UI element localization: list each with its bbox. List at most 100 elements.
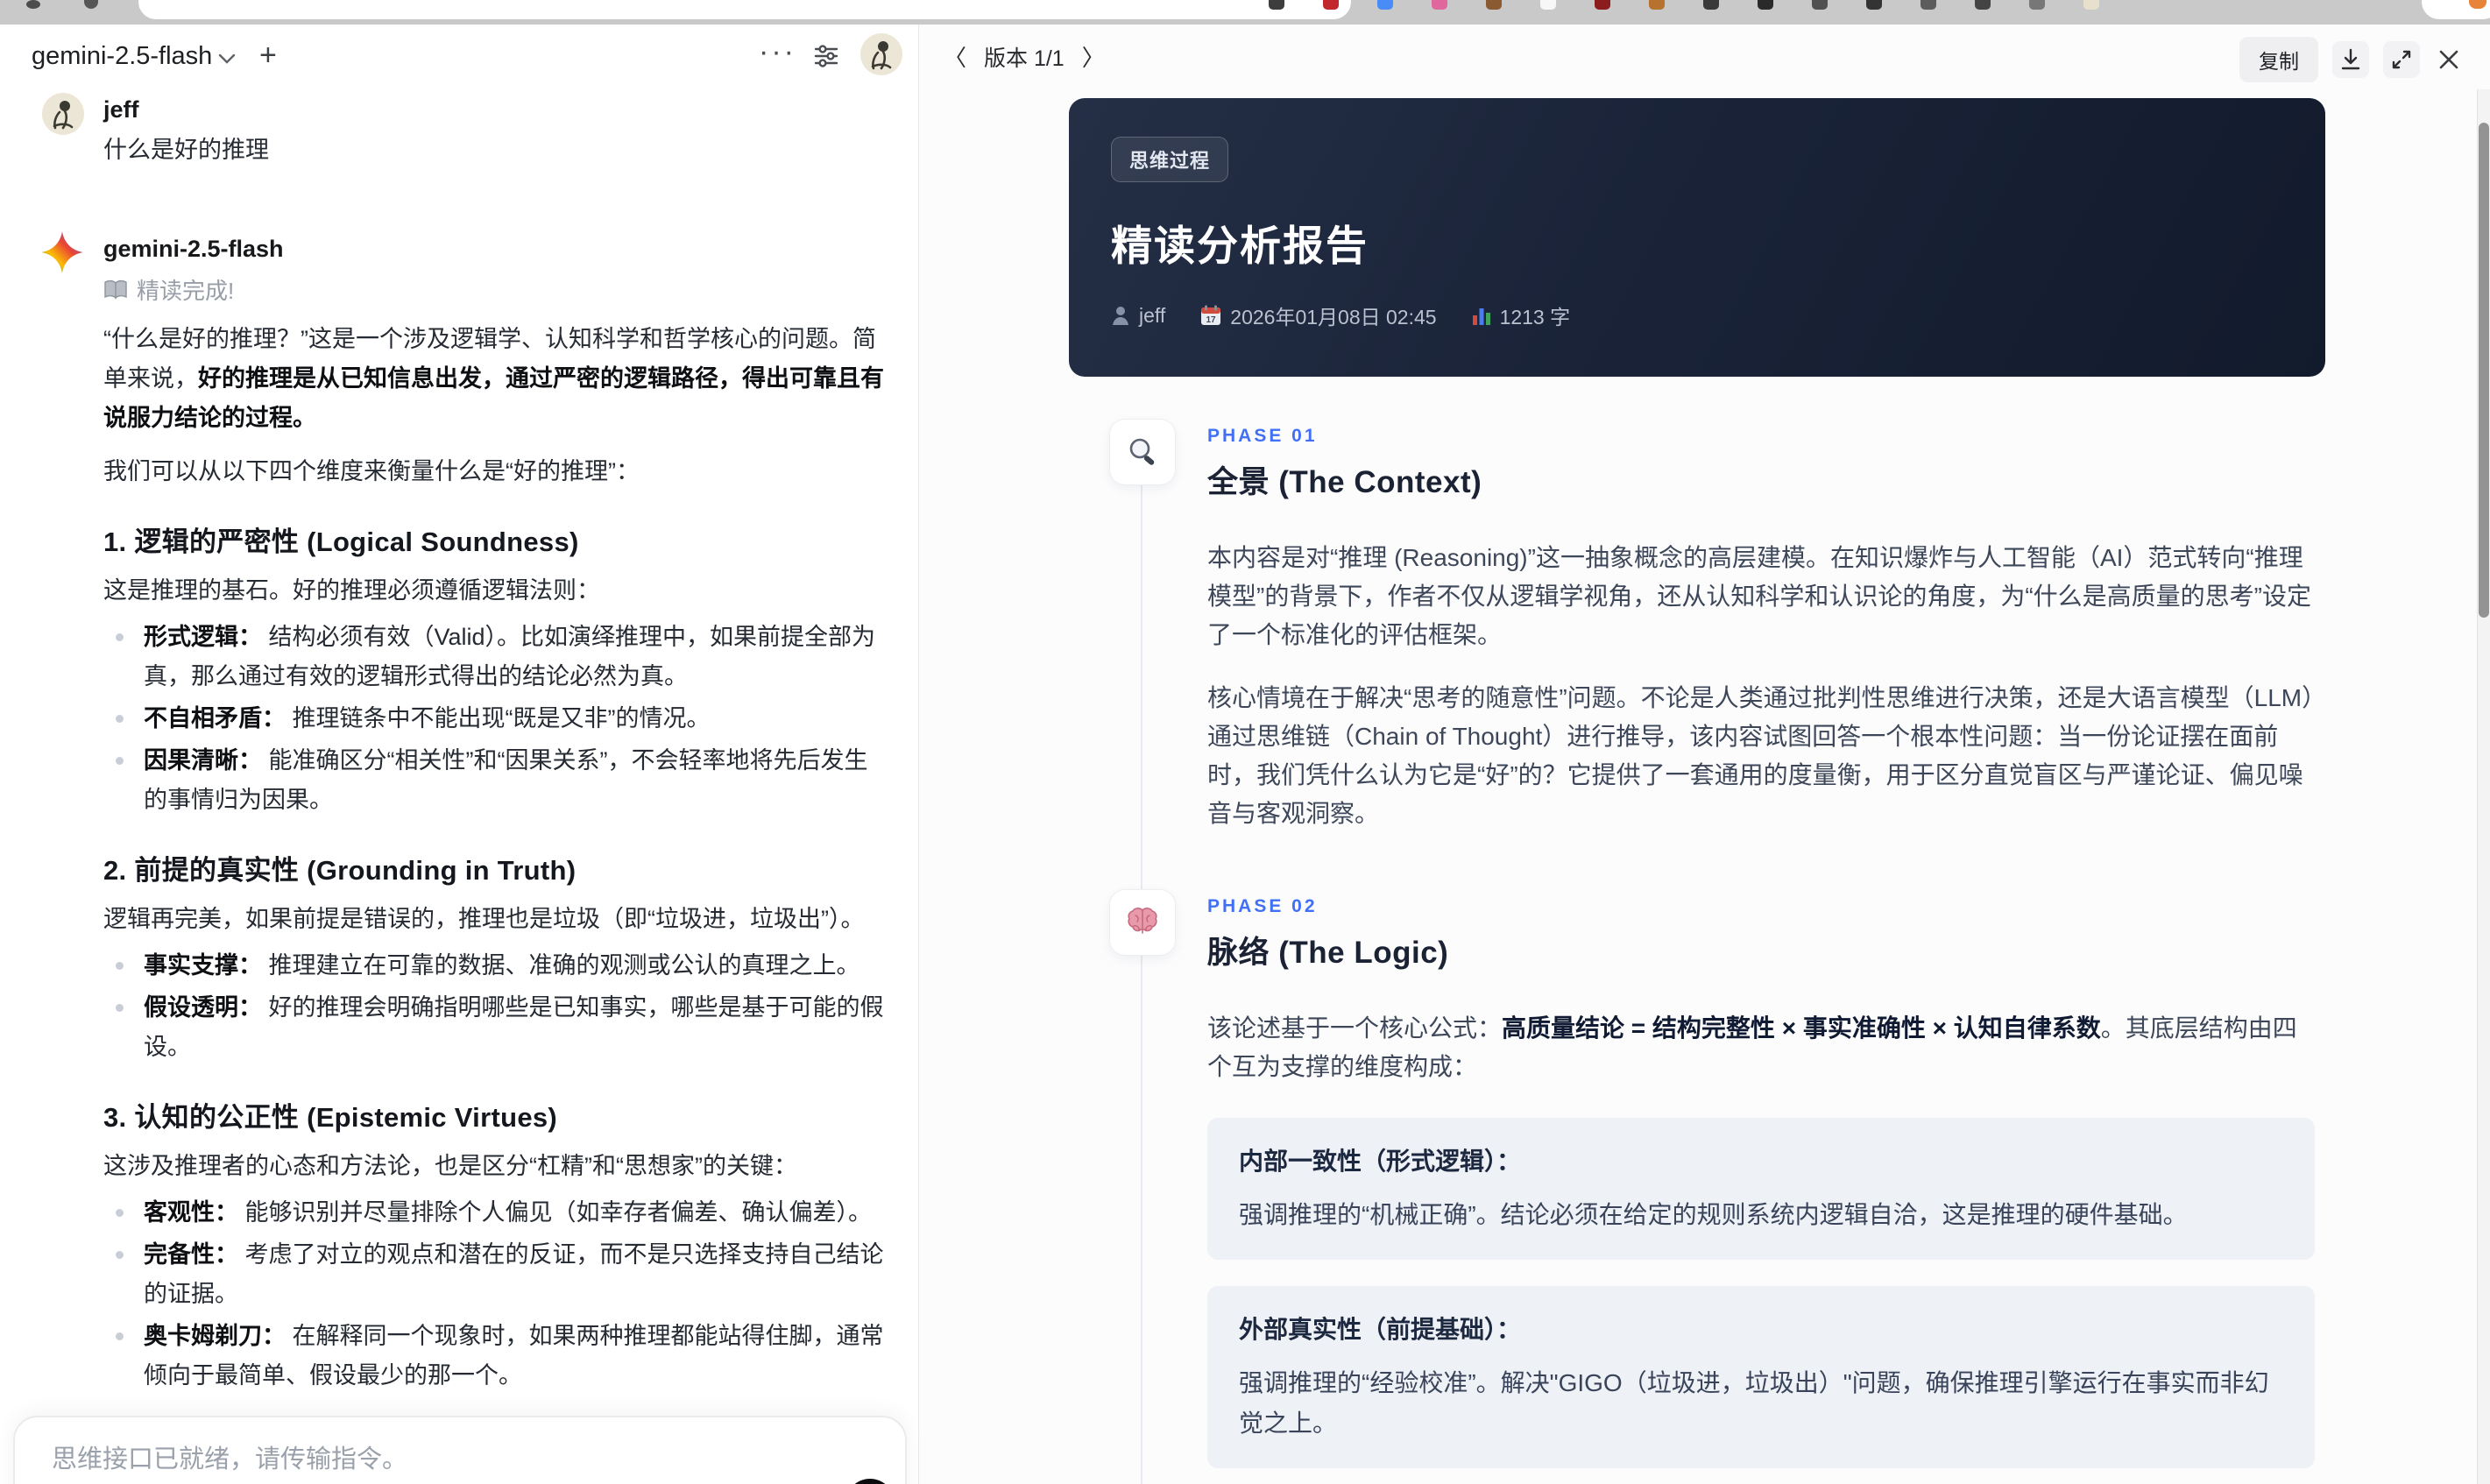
user-message-avatar bbox=[42, 93, 84, 135]
book-icon bbox=[104, 279, 127, 300]
artifact-scrollbar[interactable] bbox=[2477, 89, 2490, 1484]
logic-card-text: 强调推理的“机械正确”。结论必须在给定的规则系统内逻辑自洽，这是推理的硬件基础。 bbox=[1239, 1201, 2188, 1228]
logic-card-group: 内部一致性（形式逻辑）： 强调推理的“机械正确”。结论必须在给定的规则系统内逻辑自… bbox=[1207, 1118, 2315, 1484]
avatar-figure-icon bbox=[53, 101, 74, 130]
hero-badge: 思维过程 bbox=[1111, 137, 1229, 182]
artifact-document[interactable]: 思维过程 精读分析报告 jeff 17 2026年01月08日 02:45 12… bbox=[919, 88, 2478, 1484]
assistant-status-text: 精读完成! bbox=[137, 278, 235, 304]
logic-card-title: 外部真实性（前提基础）： bbox=[1239, 1316, 1522, 1343]
artifact-header: 〈 版本 1/1 〉 复制 bbox=[919, 25, 2490, 88]
chat-bullet-term: 完备性： bbox=[144, 1241, 245, 1268]
chat-bullet: 形式逻辑： 结构必须有效（Valid）。比如演绎推理中，如果前提全部为真，那么通… bbox=[103, 618, 885, 696]
chat-bullet: 不自相矛盾： 推理链条中不能出现“既是又非”的情况。 bbox=[103, 699, 885, 738]
chat-section-heading: 2. 前提的真实性 (Grounding in Truth) bbox=[103, 855, 577, 886]
chat-bullet: 奥卡姆剃刀： 在解释同一个现象时，如果两种推理都能站得住脚，通常倾向于最简单、假… bbox=[103, 1317, 885, 1396]
logic-card-title: 内部一致性（形式逻辑）： bbox=[1239, 1148, 1522, 1175]
new-chat-button[interactable]: + bbox=[259, 39, 277, 73]
phase-list: PHASE 01 全景 (The Context) 本内容是对“推理 (Reason… bbox=[919, 419, 2478, 1484]
chat-bullet-term: 奥卡姆剃刀： bbox=[144, 1323, 293, 1349]
more-options-button[interactable]: ··· bbox=[759, 35, 796, 69]
chat-bullet: 完备性： 考虑了对立的观点和潜在的反证，而不是只选择支持自己结论的证据。 bbox=[103, 1235, 885, 1314]
chat-bullet-text: 推理建立在可靠的数据、准确的观测或公认的真理之上。 bbox=[268, 952, 860, 979]
panel-divider bbox=[918, 25, 919, 1484]
voice-input-button[interactable] bbox=[845, 1479, 895, 1484]
chat-section-intro: 逻辑再完美，如果前提是错误的，推理也是垃圾（即“垃圾进，垃圾出”）。 bbox=[103, 906, 865, 932]
meta-word-count: 1213 字 bbox=[1472, 300, 1570, 330]
chat-bullet-term: 事实支撑： bbox=[144, 952, 269, 979]
chat-bullet: 假设透明： 好的推理会明确指明哪些是已知事实，哪些是基于可能的假设。 bbox=[103, 988, 885, 1067]
logic-card-text: 强调推理的“经验校准”。解决"GIGO（垃圾进，垃圾出）"问题，确保推理引擎运行… bbox=[1239, 1369, 2269, 1437]
model-selector[interactable]: gemini-2.5-flash bbox=[32, 42, 212, 71]
avatar-figure-icon bbox=[871, 41, 892, 70]
brain-icon bbox=[1128, 908, 1157, 934]
assistant-message: gemini-2.5-flash 精读完成! “什么是好的推理？”这是一个涉及逻… bbox=[41, 231, 885, 1484]
version-next-button[interactable]: 〉 bbox=[1082, 40, 1105, 73]
screen: gemini-2.5-flash + ··· jeff 什么是好的推理 gemi… bbox=[0, 0, 2490, 1484]
assistant-lead: 我们可以从以下四个维度来衡量什么是“好的推理”： bbox=[103, 458, 640, 484]
phase-title: 脉络 (The Logic) bbox=[1207, 936, 1449, 970]
browser-apps-icon[interactable] bbox=[84, 0, 98, 9]
chat-section-heading: 1. 逻辑的严密性 (Logical Soundness) bbox=[103, 526, 579, 557]
phase-lead: 该论述基于一个核心公式：高质量结论 = 结构完整性 × 事实准确性 × 认知自律… bbox=[1207, 1009, 2315, 1086]
assistant-sections: 1. 逻辑的严密性 (Logical Soundness) 这是推理的基石。好的推… bbox=[103, 519, 885, 1484]
composer-placeholder: 思维接口已就绪，请传输指令。 bbox=[52, 1445, 408, 1473]
version-navigator: 〈 版本 1/1 〉 bbox=[944, 40, 1105, 73]
download-button[interactable] bbox=[2332, 41, 2369, 78]
composer[interactable]: 思维接口已就绪，请传输指令。 bbox=[13, 1416, 907, 1484]
person-icon bbox=[1113, 307, 1128, 325]
chat-message-list[interactable]: jeff 什么是好的推理 gemini-2.5-flash 精读完成! “什么是… bbox=[0, 88, 918, 1484]
report-meta: jeff 17 2026年01月08日 02:45 1213 字 bbox=[1111, 300, 2283, 330]
chat-bullet-list: 形式逻辑： 结构必须有效（Valid）。比如演绎推理中，如果前提全部为真，那么通… bbox=[103, 618, 885, 820]
scrollbar-thumb[interactable] bbox=[2479, 123, 2489, 618]
phase-lead-formula: 高质量结论 = 结构完整性 × 事实准确性 × 认知自律系数 bbox=[1502, 1014, 2101, 1042]
user-avatar[interactable] bbox=[860, 33, 902, 75]
phase-icon-card bbox=[1109, 419, 1176, 485]
chat-bullet-list: 事实支撑： 推理建立在可靠的数据、准确的观测或公认的真理之上。假设透明： 好的推… bbox=[103, 946, 885, 1067]
meta-author: jeff bbox=[1111, 304, 1165, 328]
browser-reload-icon[interactable] bbox=[26, 0, 40, 9]
report-title: 精读分析报告 bbox=[1111, 223, 1369, 269]
assistant-message-author: gemini-2.5-flash bbox=[103, 236, 284, 262]
chat-bullet: 因果清晰： 能准确区分“相关性”和“因果关系”，不会轻率地将先后发生的事情归为因… bbox=[103, 741, 885, 820]
browser-toolbar bbox=[0, 0, 2490, 25]
calendar-icon: 17 bbox=[1201, 305, 1221, 325]
assistant-intro: “什么是好的推理？”这是一个涉及逻辑学、认知科学和哲学核心的问题。简单来说，好的… bbox=[103, 326, 884, 431]
chat-panel: gemini-2.5-flash + ··· jeff 什么是好的推理 gemi… bbox=[0, 25, 918, 1484]
settings-sliders-icon[interactable] bbox=[813, 42, 839, 68]
chat-bullet-term: 假设透明： bbox=[144, 994, 269, 1021]
chat-bullet-term: 客观性： bbox=[144, 1199, 245, 1226]
chat-bullet-text: 考虑了对立的观点和潜在的反证，而不是只选择支持自己结论的证据。 bbox=[144, 1241, 884, 1307]
gemini-star-icon bbox=[41, 231, 83, 273]
copy-button[interactable]: 复制 bbox=[2239, 37, 2318, 82]
phase-section: PHASE 02 脉络 (The Logic) 该论述基于一个核心公式：高质量结论 … bbox=[1109, 889, 2315, 1484]
report-hero-card: 思维过程 精读分析报告 jeff 17 2026年01月08日 02:45 12… bbox=[1069, 98, 2325, 377]
phase-icon-card bbox=[1109, 889, 1176, 956]
chat-bullet-text: 推理链条中不能出现“既是又非”的情况。 bbox=[292, 705, 711, 731]
version-prev-button[interactable]: 〈 bbox=[944, 40, 966, 73]
chat-section-intro: 这涉及推理者的心态和方法论，也是区分“杠精”和“思想家”的关键： bbox=[103, 1153, 797, 1179]
phase-label: PHASE 02 bbox=[1207, 896, 1318, 916]
phase-lead-text: 该论述基于一个核心公式： bbox=[1207, 1014, 1503, 1042]
phase-title: 全景 (The Context) bbox=[1207, 465, 1482, 499]
meta-date: 17 2026年01月08日 02:45 bbox=[1200, 300, 1437, 330]
chevron-down-icon[interactable] bbox=[217, 53, 237, 65]
chat-bullet-text: 能够识别并尽量排除个人偏见（如幸存者偏差、确认偏差）。 bbox=[244, 1199, 873, 1226]
phase-label: PHASE 01 bbox=[1207, 426, 1318, 446]
artifact-panel: 〈 版本 1/1 〉 复制 思维过程 精读分析报告 jeff 17 2026年0… bbox=[919, 25, 2490, 1484]
chat-section-intro: 这是推理的基石。好的推理必须遵循逻辑法则： bbox=[103, 577, 600, 604]
chat-header: gemini-2.5-flash + ··· bbox=[0, 25, 918, 88]
user-message: jeff 什么是好的推理 bbox=[42, 93, 885, 169]
user-message-text: 什么是好的推理 bbox=[103, 137, 269, 163]
expand-icon bbox=[2392, 50, 2411, 69]
phase-paragraph: 核心情境在于解决“思考的随意性”问题。不论是人类通过批判性思维进行决策，还是大语… bbox=[1207, 684, 2315, 827]
logic-dimension-card: 外部真实性（前提基础）： 强调推理的“经验校准”。解决"GIGO（垃圾进，垃圾出）… bbox=[1207, 1286, 2315, 1468]
address-bar[interactable] bbox=[138, 0, 1351, 19]
extension-icons[interactable] bbox=[1269, 0, 2099, 11]
bar-chart-icon bbox=[1472, 308, 1490, 325]
chat-bullet-term: 因果清晰： bbox=[144, 747, 269, 774]
version-label: 版本 1/1 bbox=[984, 46, 1065, 71]
expand-button[interactable] bbox=[2383, 41, 2420, 78]
user-message-author: jeff bbox=[103, 96, 139, 123]
phase-paragraph: 本内容是对“推理 (Reasoning)”这一抽象概念的高层建模。在知识爆炸与人… bbox=[1207, 544, 2311, 648]
close-artifact-button[interactable] bbox=[2434, 48, 2464, 71]
